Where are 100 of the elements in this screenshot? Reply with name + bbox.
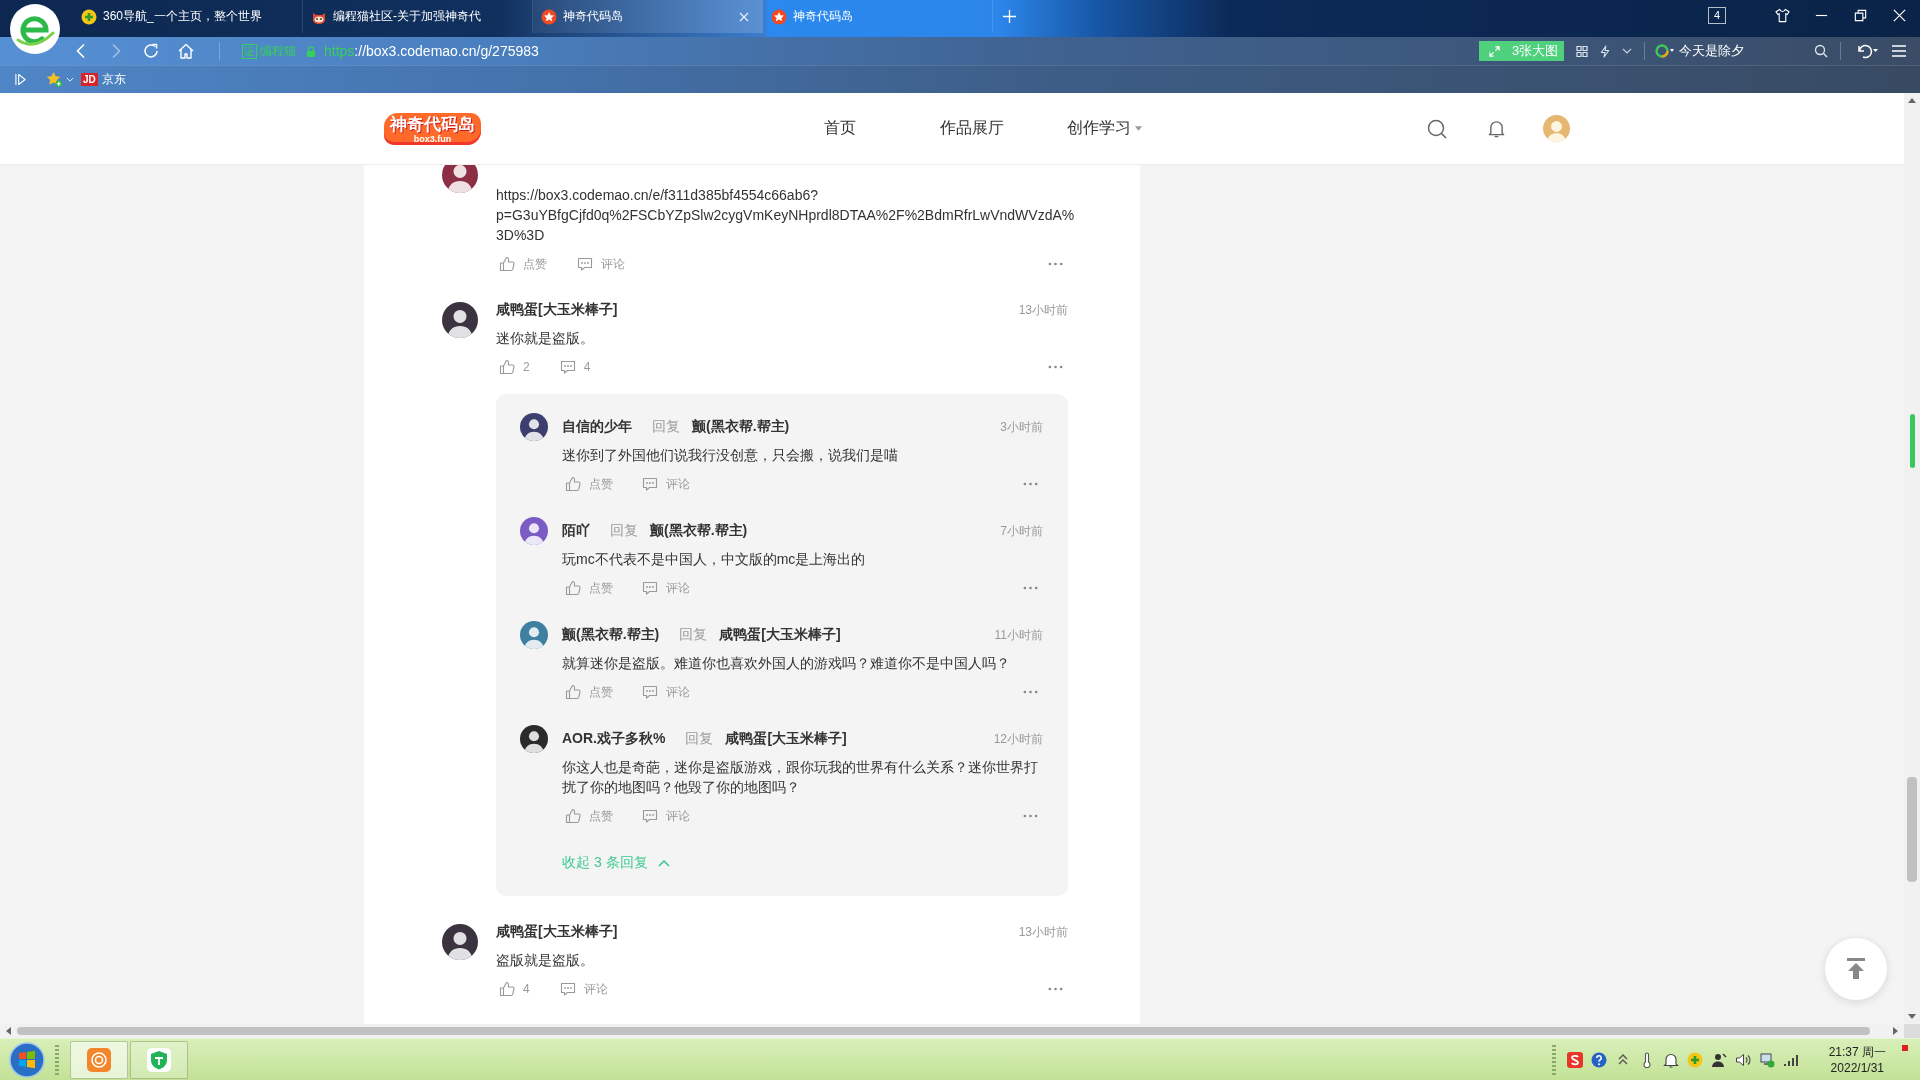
scrollbar-thumb[interactable] <box>1907 777 1917 882</box>
browser-tab[interactable]: 神奇代码岛 <box>533 0 763 33</box>
reply-target-name[interactable]: 咸鸭蛋[大玉米棒子] <box>719 626 841 644</box>
user-name[interactable]: 咸鸭蛋[大玉米棒子] <box>496 301 618 319</box>
more-icon[interactable] <box>1023 482 1038 486</box>
user-avatar[interactable] <box>520 725 548 753</box>
person-icon[interactable] <box>1710 1051 1727 1068</box>
tab-count-badge[interactable]: 4 <box>1708 6 1726 24</box>
bookmark-link[interactable]: JD 京东 <box>81 71 126 88</box>
taskbar-app-button[interactable] <box>70 1040 128 1079</box>
reply-target-name[interactable]: 颤(黑衣帮.帮主) <box>692 418 790 436</box>
plus-badge-icon[interactable] <box>1686 1051 1703 1068</box>
comment-button[interactable]: 4 <box>559 357 591 377</box>
user-name[interactable]: AOR.戏子多秋% <box>562 730 666 748</box>
comment-icon <box>642 580 658 596</box>
lightning-icon[interactable] <box>1599 44 1611 58</box>
shirt-icon[interactable] <box>1775 7 1790 23</box>
like-button[interactable]: 点赞 <box>565 682 613 702</box>
more-icon[interactable] <box>1048 262 1063 266</box>
browser-tab[interactable]: 360导航_一个主页，整个世界 <box>73 0 303 33</box>
thumbs-up-icon <box>565 476 581 492</box>
scroll-down-icon[interactable] <box>1908 1014 1916 1019</box>
restore-icon[interactable] <box>1853 7 1868 23</box>
thumbs-up-icon <box>565 684 581 700</box>
scroll-left-icon[interactable] <box>6 1027 11 1035</box>
user-avatar[interactable] <box>442 165 478 193</box>
search-icon[interactable] <box>1814 44 1828 58</box>
comment-button[interactable]: 评论 <box>642 474 690 494</box>
user-avatar[interactable] <box>442 302 478 338</box>
more-icon[interactable] <box>1048 987 1063 991</box>
comment-button[interactable]: 评论 <box>642 578 690 598</box>
comment-text: 盗版就是盗版。 <box>496 951 595 970</box>
thumbs-up-icon <box>499 981 515 997</box>
back-to-top-button[interactable] <box>1825 938 1887 1000</box>
more-icon[interactable] <box>1023 690 1038 694</box>
side-panel-handle[interactable] <box>1910 414 1915 468</box>
more-icon[interactable] <box>1023 814 1038 818</box>
expand-icon <box>1489 45 1500 57</box>
home-icon[interactable] <box>178 43 194 59</box>
reply-text: 就算迷你是盗版。难道你也喜欢外国人的游戏吗？难道你不是中国人吗？ <box>562 654 1011 673</box>
thumbs-up-icon <box>499 256 515 272</box>
thumbs-up-icon <box>565 580 581 596</box>
more-icon[interactable] <box>1048 365 1063 369</box>
news-ticker[interactable]: 今天是除夕 <box>1679 42 1744 60</box>
address-url[interactable]: https://box3.codemao.cn/g/275983 <box>324 43 539 59</box>
undo-icon[interactable] <box>1855 43 1879 59</box>
search-icon[interactable] <box>1427 118 1447 139</box>
comment-button[interactable]: 评论 <box>577 254 625 274</box>
scrollbar-thumb[interactable] <box>17 1027 1870 1035</box>
network-icon[interactable] <box>1758 1051 1775 1068</box>
more-icon[interactable] <box>1023 586 1038 590</box>
sidebar-toggle-icon[interactable] <box>15 73 26 86</box>
chevron-down-icon[interactable] <box>1622 48 1632 54</box>
like-button[interactable]: 点赞 <box>565 578 613 598</box>
user-name[interactable]: 陌吖 <box>562 522 590 540</box>
comment-button[interactable]: 评论 <box>642 682 690 702</box>
input-method-icon[interactable] <box>1566 1051 1583 1068</box>
comment-text: https://box3.codemao.cn/e/f311d385bf4554c66ab6?p=G3uYBfgCjfd0q%2FSCbYZpSlw2cygVmKeyNHprdl8DTAA%2F%2BdmRfrLwVndWVzdA%3D%3D <box>496 186 1076 245</box>
help-icon[interactable] <box>1590 1051 1607 1068</box>
like-button[interactable]: 点赞 <box>565 474 613 494</box>
user-avatar[interactable] <box>442 924 478 960</box>
scroll-up-icon[interactable] <box>1908 98 1916 103</box>
comment-button[interactable]: 评论 <box>559 979 608 999</box>
scroll-right-icon[interactable] <box>1893 1027 1898 1035</box>
nav-link[interactable]: 创作学习 <box>1038 118 1170 139</box>
bell-icon[interactable] <box>1662 1051 1679 1068</box>
reply-text: 玩mc不代表不是中国人，中文版的mc是上海出的 <box>562 550 867 569</box>
vertical-scrollbar[interactable] <box>1904 93 1920 1024</box>
ring-icon[interactable] <box>1655 43 1675 59</box>
horizontal-scrollbar[interactable] <box>0 1024 1920 1038</box>
comment-button[interactable]: 评论 <box>642 806 690 826</box>
site-logo[interactable]: 神奇代码岛 box3.fun <box>384 112 481 145</box>
like-button[interactable]: 点赞 <box>565 806 613 826</box>
new-tab-icon[interactable] <box>1003 10 1016 23</box>
user-name[interactable]: 自信的少年 <box>562 418 632 436</box>
nav-link[interactable]: 首页 <box>774 118 906 139</box>
star-icon[interactable] <box>46 71 63 88</box>
scrollbar-corner <box>1904 1024 1920 1038</box>
like-button[interactable]: 2 <box>499 357 530 377</box>
qr-grid-icon[interactable] <box>1576 44 1588 58</box>
speaker-icon[interactable] <box>1734 1051 1751 1068</box>
start-button[interactable] <box>9 1041 45 1078</box>
taskbar-clock[interactable]: 21:37 周一 2022/1/31 <box>1828 1043 1886 1076</box>
user-avatar[interactable] <box>520 413 548 441</box>
user-name[interactable]: 颤(黑衣帮.帮主) <box>562 626 660 644</box>
reply-target-name[interactable]: 颤(黑衣帮.帮主) <box>650 522 748 540</box>
comment-time: 13小时前 <box>1018 301 1068 319</box>
nav-link[interactable]: 作品展厅 <box>906 118 1038 139</box>
like-button[interactable]: 点赞 <box>499 254 547 274</box>
menu-icon[interactable] <box>1891 43 1907 59</box>
browser-tab[interactable]: 编程猫社区-关于加强神奇代 <box>303 0 533 33</box>
reply-target-name[interactable]: 咸鸭蛋[大玉米棒子] <box>725 730 847 748</box>
comment-time: 3小时前 <box>1000 418 1043 436</box>
reload-icon[interactable] <box>143 43 159 59</box>
bell-icon[interactable] <box>1488 119 1505 138</box>
comment-time: 12小时前 <box>993 730 1043 748</box>
user-name[interactable]: 咸鸭蛋[大玉米棒子] <box>496 923 618 941</box>
browser-tab[interactable]: 神奇代码岛 <box>763 0 993 33</box>
like-button[interactable]: 4 <box>499 979 530 999</box>
taskbar-app-button[interactable] <box>130 1040 188 1079</box>
